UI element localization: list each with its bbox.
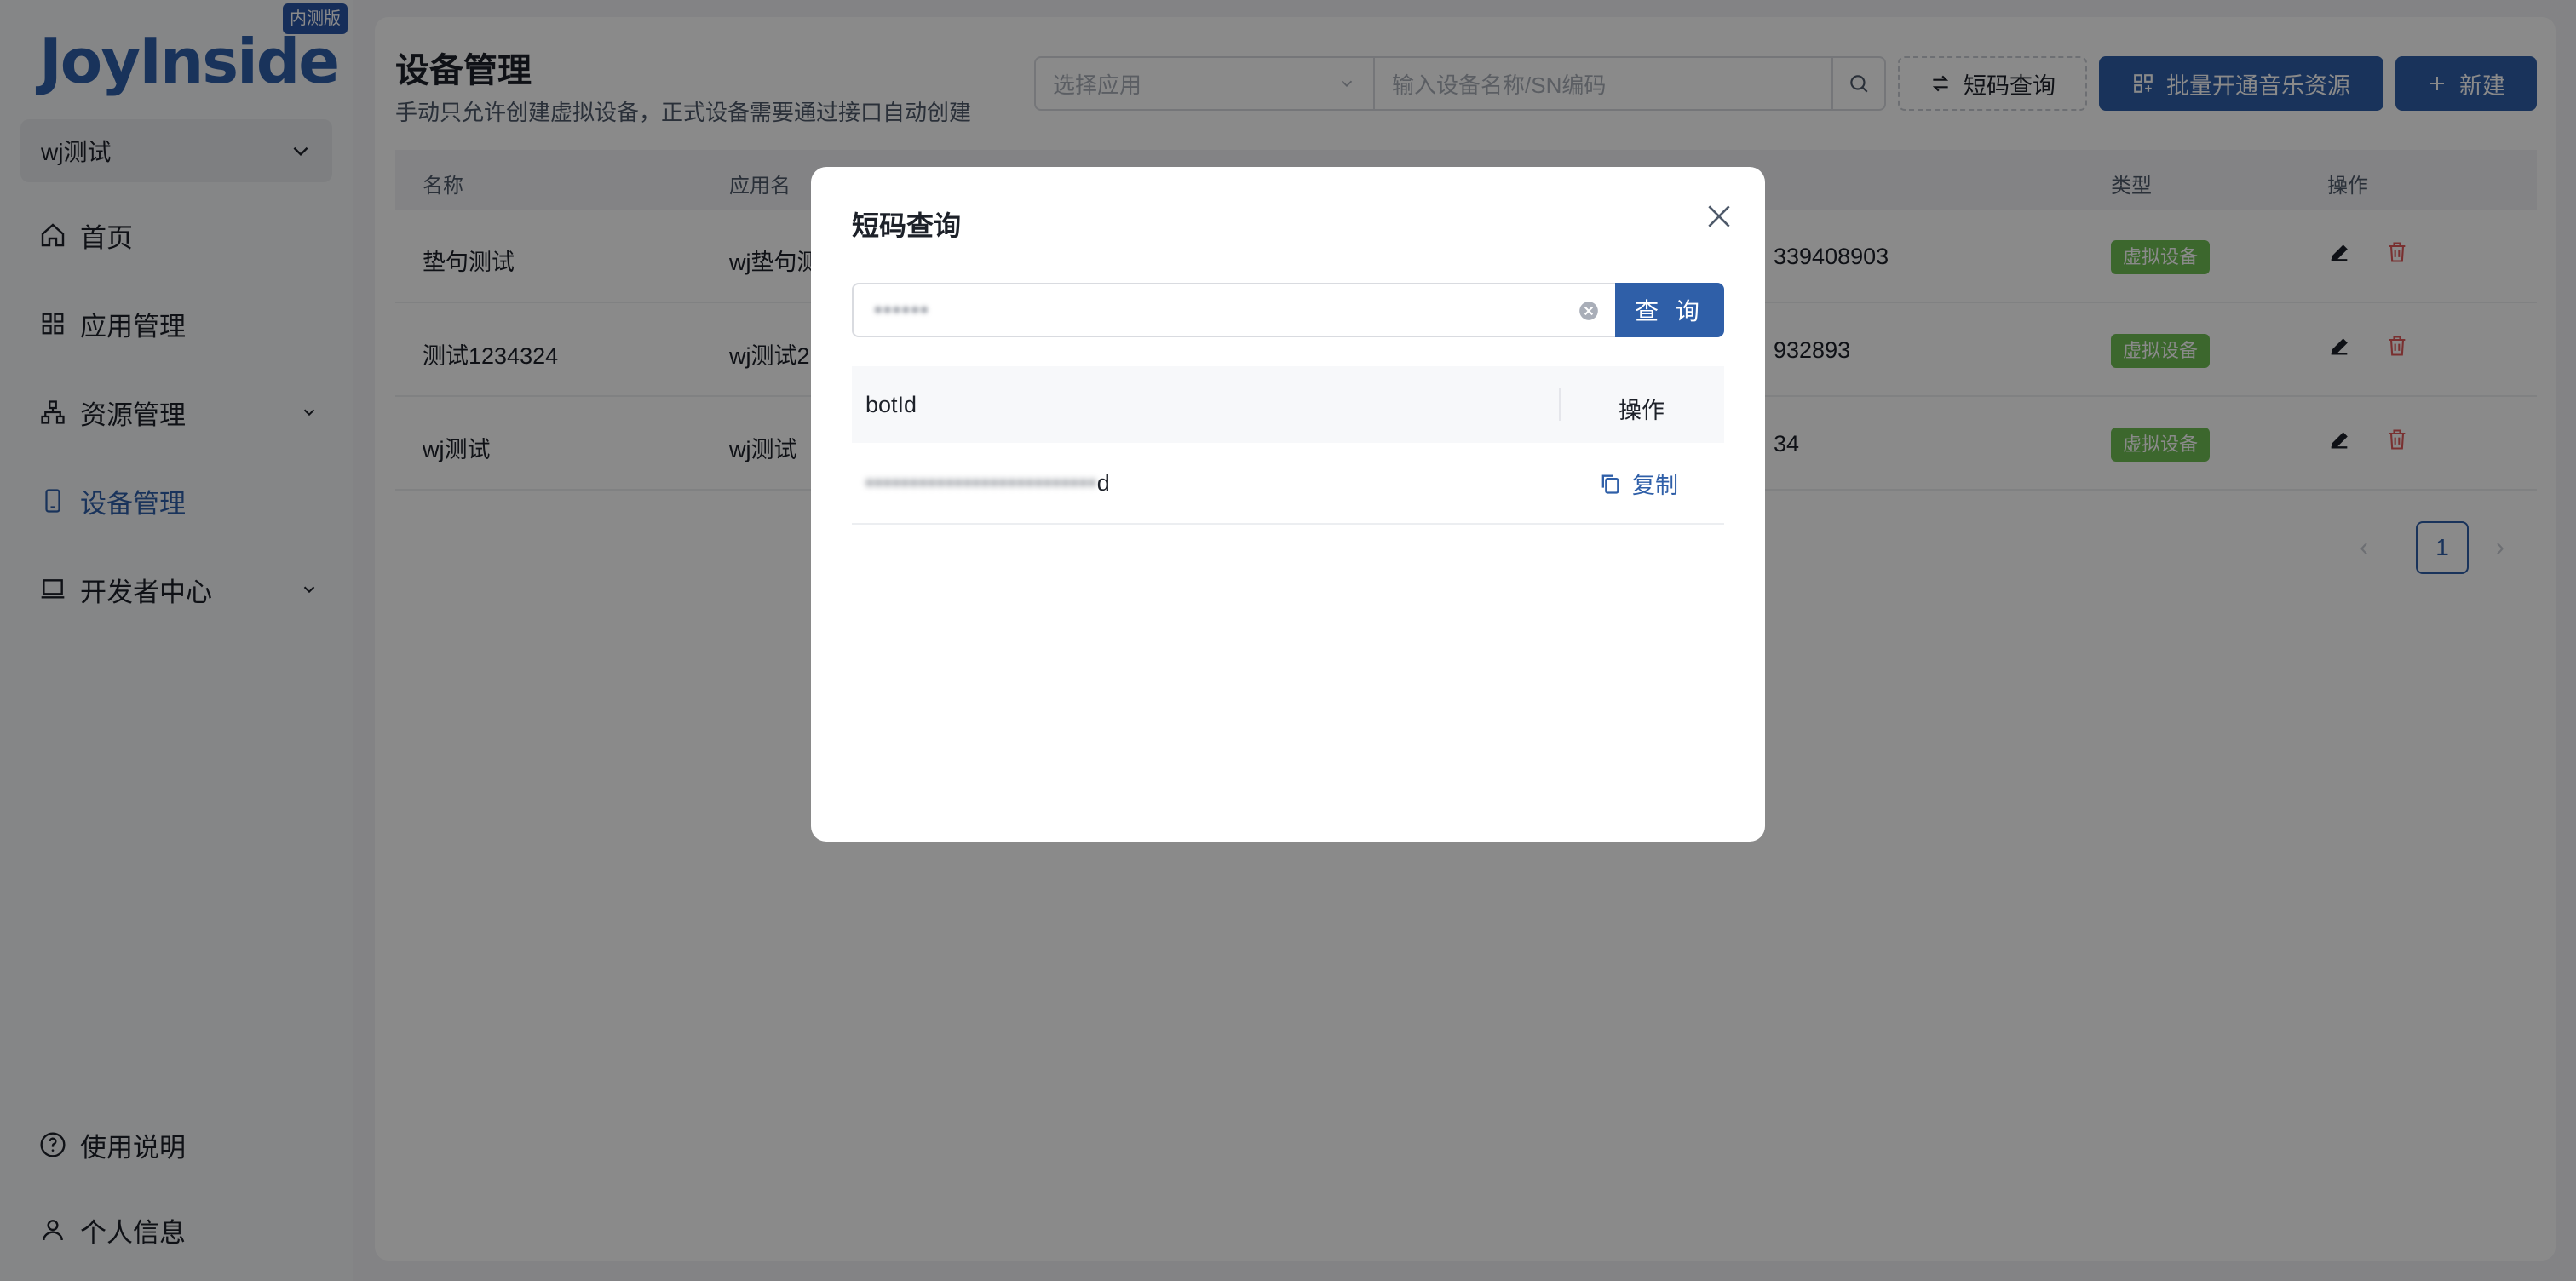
query-button[interactable]: 查 询 (1615, 283, 1724, 337)
botid-value: ••••••••••••••••••••••••••d (865, 470, 1110, 497)
botid-hidden: •••••••••••••••••••••••••• (865, 470, 1097, 496)
result-table-header: botId 操作 (852, 366, 1724, 443)
copy-icon (1601, 474, 1619, 494)
copy-label: 复制 (1632, 473, 1678, 498)
column-botid: botId (865, 392, 917, 417)
modal-title: 短码查询 (852, 210, 962, 241)
close-icon[interactable] (1702, 199, 1736, 233)
short-code-value: •••••• (874, 296, 929, 323)
column-action: 操作 (1619, 398, 1665, 423)
result-row: ••••••••••••••••••••••••••d 复制 (852, 443, 1724, 525)
column-divider (1559, 388, 1561, 421)
short-code-input[interactable]: •••••• (852, 283, 1617, 337)
copy-button[interactable]: 复制 (1598, 467, 1678, 500)
clear-icon[interactable] (1578, 300, 1600, 322)
short-code-modal: 短码查询 •••••• 查 询 botId 操作 •••••••••••••••… (811, 167, 1765, 842)
botid-suffix: d (1096, 470, 1110, 496)
